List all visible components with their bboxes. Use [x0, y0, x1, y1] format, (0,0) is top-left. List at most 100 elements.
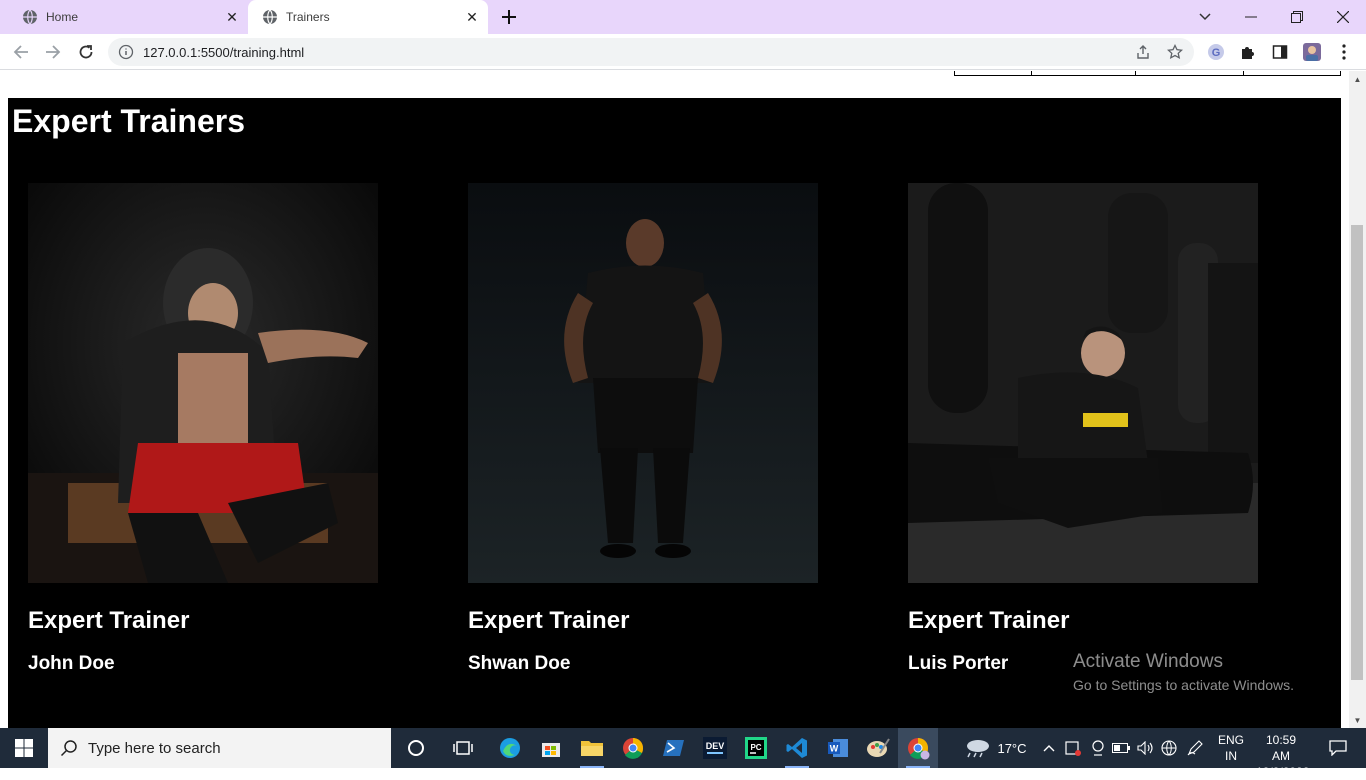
- scroll-up-arrow-icon[interactable]: ▲: [1349, 71, 1366, 87]
- restore-button[interactable]: [1274, 0, 1320, 34]
- nav-link-remnant[interactable]: [1243, 71, 1341, 76]
- new-tab-button[interactable]: [498, 6, 520, 28]
- edge-app[interactable]: [490, 728, 530, 768]
- trainer-card: Expert Trainer Shwan Doe: [468, 183, 818, 675]
- page-viewport: Expert Trainers Expert Trainer John Doe …: [0, 71, 1366, 728]
- region-code: IN: [1225, 749, 1237, 763]
- vscode-icon: [786, 738, 807, 758]
- trainer-role: Expert Trainer: [468, 607, 630, 634]
- network-tray-icon[interactable]: [1158, 728, 1180, 768]
- volume-tray-icon[interactable]: [1134, 728, 1156, 768]
- store-app[interactable]: [531, 728, 571, 768]
- watermark-title: Activate Windows: [1073, 651, 1223, 672]
- trainer-photo: [468, 183, 818, 583]
- dev-app[interactable]: DEV: [695, 728, 735, 768]
- tab-trainers[interactable]: Trainers ✕: [248, 0, 488, 34]
- trainer-role: Expert Trainer: [908, 607, 1070, 634]
- nav-link-remnant[interactable]: [1135, 71, 1244, 76]
- dev-icon: DEV: [703, 737, 727, 759]
- minimize-icon: [1245, 16, 1257, 18]
- search-icon: [60, 740, 77, 757]
- powershell-app[interactable]: [654, 728, 694, 768]
- vscode-app[interactable]: [777, 728, 817, 768]
- weather-widget[interactable]: 17°C: [960, 728, 1030, 768]
- scroll-down-arrow-icon[interactable]: ▼: [1349, 712, 1366, 728]
- section-title: Expert Trainers: [12, 103, 245, 139]
- system-clock[interactable]: 10:59 AM 12/2/2022: [1256, 732, 1310, 780]
- close-tab-icon[interactable]: ✕: [462, 7, 482, 27]
- pen-tray-icon[interactable]: [1184, 728, 1206, 768]
- profile-avatar[interactable]: [1302, 42, 1322, 62]
- clock-time: 10:59 AM: [1265, 733, 1297, 763]
- cloud-rain-icon: [967, 740, 990, 758]
- browser-toolbar: 127.0.0.1:5500/training.html G: [0, 34, 1366, 70]
- show-hidden-icons-button[interactable]: [1040, 728, 1058, 768]
- bookmark-star-icon[interactable]: [1166, 43, 1184, 61]
- windows-logo-icon: [15, 739, 33, 757]
- battery-icon: [1112, 743, 1130, 753]
- trainers-section: Expert Trainers Expert Trainer John Doe …: [8, 98, 1341, 728]
- tab-search-button[interactable]: [1182, 0, 1228, 34]
- trainer-photo: [28, 183, 378, 583]
- cortana-button[interactable]: [396, 728, 436, 768]
- share-icon[interactable]: [1134, 43, 1152, 61]
- pycharm-icon: PC: [745, 737, 767, 759]
- side-panel-icon[interactable]: [1270, 42, 1290, 62]
- tab-home[interactable]: Home ✕: [8, 0, 248, 34]
- chrome-profile-app[interactable]: [898, 728, 938, 768]
- google-extension-icon[interactable]: G: [1206, 42, 1226, 62]
- reload-button[interactable]: [74, 40, 98, 64]
- nav-link-remnant[interactable]: [1031, 71, 1136, 76]
- chrome-app[interactable]: [613, 728, 653, 768]
- tab-title: Home: [46, 10, 79, 24]
- close-tab-icon[interactable]: ✕: [222, 7, 242, 27]
- activate-windows-watermark: Activate Windows Go to Settings to activ…: [1073, 651, 1294, 693]
- paint-app[interactable]: [858, 728, 898, 768]
- trainer-name: Shwan Doe: [468, 653, 571, 674]
- forward-button[interactable]: [41, 40, 65, 64]
- speaker-icon: [1137, 741, 1153, 755]
- file-explorer-app[interactable]: [572, 728, 612, 768]
- scrollbar-thumb[interactable]: [1351, 225, 1363, 680]
- trainer-photo: [908, 183, 1258, 583]
- svg-text:G: G: [1212, 47, 1221, 59]
- address-bar[interactable]: 127.0.0.1:5500/training.html: [108, 38, 1194, 66]
- extensions-puzzle-icon[interactable]: [1238, 42, 1258, 62]
- arrow-left-icon: [13, 45, 28, 59]
- store-icon: [542, 743, 560, 757]
- info-icon[interactable]: [118, 44, 134, 60]
- word-app[interactable]: W: [818, 728, 858, 768]
- folder-icon: [581, 741, 603, 756]
- minimize-button[interactable]: [1228, 0, 1274, 34]
- task-view-button[interactable]: [443, 728, 483, 768]
- cortana-circle-icon: [408, 740, 424, 756]
- close-icon: [1337, 11, 1349, 23]
- clock-date: 12/2/2022: [1256, 765, 1310, 779]
- language-code: ENG: [1217, 733, 1244, 747]
- close-window-button[interactable]: [1320, 0, 1366, 34]
- svg-text:PC: PC: [750, 743, 761, 752]
- pycharm-app[interactable]: PC: [736, 728, 776, 768]
- language-indicator[interactable]: ENG IN: [1214, 732, 1248, 764]
- powershell-icon: [663, 740, 684, 756]
- notifications-button[interactable]: [1318, 728, 1358, 768]
- edge-icon: [500, 738, 520, 758]
- arrow-right-icon: [46, 45, 61, 59]
- meet-tray-icon[interactable]: [1088, 728, 1108, 768]
- start-button[interactable]: [0, 728, 48, 768]
- menu-kebab-icon[interactable]: [1334, 42, 1354, 62]
- tab-strip: Home ✕ Trainers ✕: [0, 0, 1366, 34]
- back-button[interactable]: [9, 40, 33, 64]
- battery-tray-icon[interactable]: [1110, 728, 1132, 768]
- notification-icon: [1329, 740, 1347, 756]
- globe-icon: [23, 9, 37, 25]
- page-scrollbar[interactable]: ▲ ▼: [1349, 71, 1366, 728]
- security-tray-icon[interactable]: [1062, 728, 1084, 768]
- chevron-up-icon: [1043, 745, 1055, 752]
- trainer-role: Expert Trainer: [28, 607, 190, 634]
- taskbar-search-box[interactable]: Type here to search: [48, 728, 391, 768]
- weather-temp: 17°C: [997, 740, 1027, 756]
- restore-icon: [1291, 11, 1303, 23]
- nav-link-remnant[interactable]: [954, 71, 1032, 76]
- tab-title: Trainers: [286, 10, 330, 24]
